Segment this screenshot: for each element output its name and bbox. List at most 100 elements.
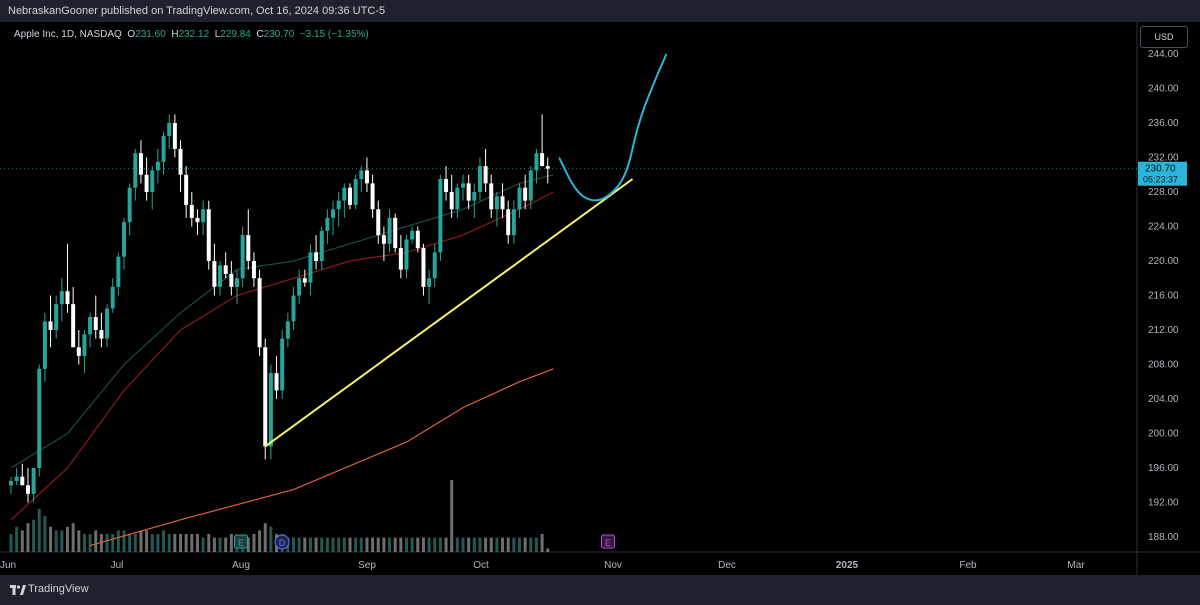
- close-label: C: [256, 29, 264, 40]
- candle-body: [427, 278, 432, 287]
- candle-body: [387, 217, 392, 244]
- candle-body: [466, 183, 471, 201]
- volume-bar: [455, 537, 459, 552]
- candle-body: [59, 291, 64, 305]
- volume-bar: [354, 537, 358, 552]
- brand-name: TradingView: [28, 583, 89, 595]
- candle-body: [31, 468, 36, 494]
- candle-body: [359, 170, 364, 180]
- candle-body: [88, 317, 93, 335]
- y-tick-label: 236.00: [1148, 118, 1179, 129]
- candle-body: [263, 347, 268, 447]
- candle-body: [235, 278, 239, 287]
- x-tick-label: Aug: [232, 560, 250, 571]
- volume-bar: [365, 537, 369, 552]
- event-label: D: [279, 538, 286, 548]
- volume-bar: [229, 534, 233, 552]
- volume-bar: [15, 526, 19, 552]
- candle-body: [178, 148, 183, 175]
- chart-area[interactable]: 244.00 240.00 236.00 232.00 228.00 224.00 220.…: [0, 22, 1200, 575]
- volume-bar: [269, 526, 273, 552]
- candle-body: [65, 291, 70, 305]
- candle-body: [291, 295, 296, 322]
- candle-body: [229, 273, 234, 287]
- candle-body: [285, 321, 290, 339]
- volume-bar: [484, 537, 488, 552]
- volume-bar: [292, 537, 295, 552]
- candle-body: [195, 217, 200, 223]
- candle-body: [172, 123, 177, 149]
- low-value: 229.84: [220, 29, 251, 40]
- candle-body: [71, 304, 76, 348]
- volume-bar: [66, 526, 69, 552]
- x-tick-label: Feb: [959, 560, 977, 571]
- volume-bar: [128, 534, 132, 552]
- volume-bar: [393, 537, 397, 552]
- volume-bar: [388, 537, 392, 552]
- tradingview-logo-icon: [10, 585, 26, 595]
- volume-bar: [325, 537, 329, 552]
- volume-bar: [478, 537, 482, 552]
- volume-bar: [495, 537, 499, 552]
- volume-bar: [162, 530, 166, 552]
- candle-body: [325, 217, 330, 231]
- candle-body: [404, 239, 409, 270]
- candle-body: [212, 261, 217, 287]
- volume-bar: [263, 523, 267, 552]
- volume-bar: [506, 537, 510, 552]
- volume-bar: [224, 537, 228, 552]
- candle-body: [477, 166, 482, 192]
- currency-button[interactable]: USD: [1140, 26, 1188, 48]
- candle-body: [218, 265, 223, 287]
- x-tick-label: Dec: [718, 560, 736, 571]
- price-chart[interactable]: 244.00240.00236.00232.00228.00224.00220.…: [0, 22, 1200, 575]
- candle-body: [348, 187, 352, 205]
- volume-bar: [421, 537, 425, 552]
- volume-bar: [54, 530, 58, 552]
- candle-body: [144, 174, 149, 192]
- candle-body: [206, 209, 211, 261]
- volume-bar: [489, 537, 493, 552]
- volume-bar: [416, 537, 420, 552]
- candle-body: [201, 209, 206, 223]
- volume-bar: [359, 537, 363, 552]
- candle-body: [381, 235, 386, 244]
- volume-bar: [190, 534, 194, 552]
- volume-bar: [518, 537, 521, 552]
- volume-bar: [399, 537, 403, 552]
- volume-bar: [314, 537, 318, 552]
- y-tick-label: 196.00: [1148, 463, 1179, 474]
- volume-bar: [433, 537, 437, 552]
- candle-body: [455, 187, 460, 210]
- x-tick-label: 2025: [836, 560, 859, 571]
- y-tick-label: 216.00: [1148, 291, 1179, 302]
- volume-bar: [450, 480, 454, 552]
- event-label: E: [238, 538, 244, 548]
- y-tick-label: 240.00: [1148, 84, 1179, 95]
- candle-body: [410, 230, 415, 240]
- volume-bar: [49, 526, 53, 552]
- candle-body: [421, 248, 426, 287]
- candle-body: [528, 170, 533, 201]
- volume-bar: [320, 537, 324, 552]
- candle-body: [150, 170, 155, 192]
- candle-body: [105, 308, 110, 339]
- price-tag-countdown: 05:23:37: [1143, 175, 1178, 185]
- candle-body: [167, 123, 172, 136]
- volume-bar: [540, 534, 544, 552]
- volume-bar: [173, 534, 177, 552]
- volume-bar: [252, 534, 256, 552]
- x-tick-label: Mar: [1067, 560, 1085, 571]
- y-tick-label: 200.00: [1148, 429, 1179, 440]
- candle-body: [280, 338, 285, 391]
- candle-body: [99, 330, 104, 339]
- candle-body: [20, 476, 25, 486]
- publish-text: NebraskanGooner published on TradingView…: [8, 5, 386, 17]
- candle-body: [9, 480, 13, 486]
- change-value: −3.15 (−1.35%): [299, 29, 369, 40]
- candle-body: [500, 196, 505, 210]
- candle-body: [511, 209, 516, 236]
- candle-body: [189, 204, 194, 218]
- volume-bar: [43, 516, 47, 552]
- volume-bar: [116, 530, 120, 552]
